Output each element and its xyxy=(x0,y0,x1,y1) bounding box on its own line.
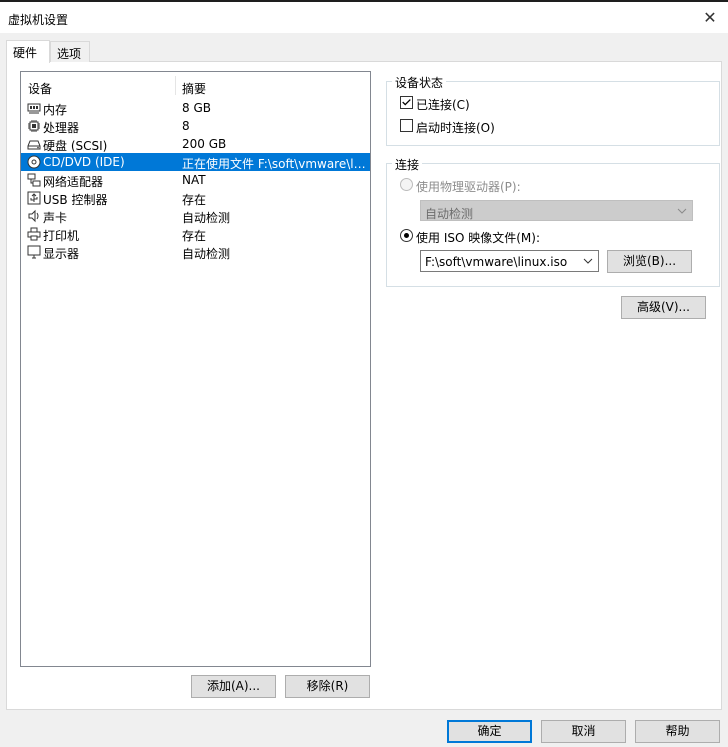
device-name: 硬盘 (SCSI) xyxy=(43,139,108,153)
device-row-usb[interactable]: USB 控制器 存在 xyxy=(21,189,370,207)
device-summary: 存在 xyxy=(182,229,207,243)
connect-at-power-on-label[interactable]: 启动时连接(O) xyxy=(416,119,495,136)
iso-file-path-value: F:\soft\vmware\linux.iso xyxy=(425,255,568,269)
device-list-header: 设备 摘要 xyxy=(21,72,370,97)
device-row-cd-dvd[interactable]: CD/DVD (IDE) 正在使用文件 F:\soft\vmware\li... xyxy=(21,153,370,171)
device-summary: 8 GB xyxy=(182,101,211,115)
device-name: CD/DVD (IDE) xyxy=(43,155,125,169)
physical-drive-radio[interactable] xyxy=(400,178,413,191)
device-row-printer[interactable]: 打印机 存在 xyxy=(21,225,370,243)
ok-button[interactable]: 确定 xyxy=(447,720,532,743)
device-row-harddisk[interactable]: 硬盘 (SCSI) 200 GB xyxy=(21,135,370,153)
device-summary: 200 GB xyxy=(182,137,227,151)
usb-icon xyxy=(27,191,41,205)
tab-options[interactable]: 选项 xyxy=(50,41,90,62)
physical-drive-select[interactable]: 自动检测 xyxy=(420,200,693,221)
device-name: 网络适配器 xyxy=(43,175,104,189)
device-row-display[interactable]: 显示器 自动检测 xyxy=(21,243,370,261)
cpu-icon xyxy=(28,120,40,132)
close-icon[interactable]: ✕ xyxy=(700,8,720,28)
physical-drive-value: 自动检测 xyxy=(425,207,474,221)
network-adapter-icon xyxy=(27,173,41,187)
advanced-button[interactable]: 高级(V)... xyxy=(621,296,706,319)
title-bar[interactable]: 虚拟机设置 ✕ xyxy=(0,2,728,33)
connected-checkbox[interactable] xyxy=(400,96,413,109)
device-summary: 正在使用文件 F:\soft\vmware\li... xyxy=(182,157,368,171)
browse-button[interactable]: 浏览(B)... xyxy=(607,250,692,273)
memory-icon xyxy=(27,103,41,114)
connection-title: 连接 xyxy=(392,156,423,173)
device-row-cpu[interactable]: 处理器 8 xyxy=(21,117,370,135)
window-title: 虚拟机设置 xyxy=(8,13,69,27)
device-name: USB 控制器 xyxy=(43,193,108,207)
chevron-down-icon[interactable] xyxy=(583,256,593,266)
remove-device-button[interactable]: 移除(R) xyxy=(285,675,370,698)
device-summary: 8 xyxy=(182,119,190,133)
physical-drive-label[interactable]: 使用物理驱动器(P): xyxy=(416,178,521,195)
add-device-button[interactable]: 添加(A)... xyxy=(191,675,276,698)
help-button[interactable]: 帮助 xyxy=(635,720,720,743)
device-status-title: 设备状态 xyxy=(392,74,447,91)
device-summary: 自动检测 xyxy=(182,211,231,225)
device-name: 处理器 xyxy=(43,121,80,135)
iso-file-radio[interactable] xyxy=(400,229,413,242)
connected-label[interactable]: 已连接(C) xyxy=(416,96,470,113)
device-name: 声卡 xyxy=(43,211,68,225)
column-divider[interactable] xyxy=(175,76,176,95)
speaker-icon xyxy=(28,209,39,223)
device-row-memory[interactable]: 内存 8 GB xyxy=(21,99,370,117)
iso-file-path-combo[interactable]: F:\soft\vmware\linux.iso xyxy=(420,250,599,272)
cd-dvd-icon xyxy=(27,155,41,169)
column-header-device[interactable]: 设备 xyxy=(28,80,52,97)
tab-hardware[interactable]: 硬件 xyxy=(6,40,50,63)
device-name: 打印机 xyxy=(43,229,80,243)
chevron-down-icon xyxy=(677,208,687,214)
device-name: 显示器 xyxy=(43,247,80,261)
harddisk-icon xyxy=(27,140,41,150)
checkmark-icon xyxy=(402,99,411,106)
connect-at-power-on-checkbox[interactable] xyxy=(400,119,413,132)
device-row-sound-card[interactable]: 声卡 自动检测 xyxy=(21,207,370,225)
tab-hardware-label: 硬件 xyxy=(13,46,38,60)
column-header-summary[interactable]: 摘要 xyxy=(182,80,206,97)
device-row-network-adapter[interactable]: 网络适配器 NAT xyxy=(21,171,370,189)
printer-icon xyxy=(27,227,41,241)
tab-options-label: 选项 xyxy=(57,47,82,61)
cancel-button[interactable]: 取消 xyxy=(541,720,626,743)
iso-file-label[interactable]: 使用 ISO 映像文件(M): xyxy=(416,229,540,246)
device-summary: 存在 xyxy=(182,193,207,207)
device-name: 内存 xyxy=(43,103,68,117)
device-summary: 自动检测 xyxy=(182,247,231,261)
device-summary: NAT xyxy=(182,173,206,187)
monitor-icon xyxy=(27,245,41,259)
